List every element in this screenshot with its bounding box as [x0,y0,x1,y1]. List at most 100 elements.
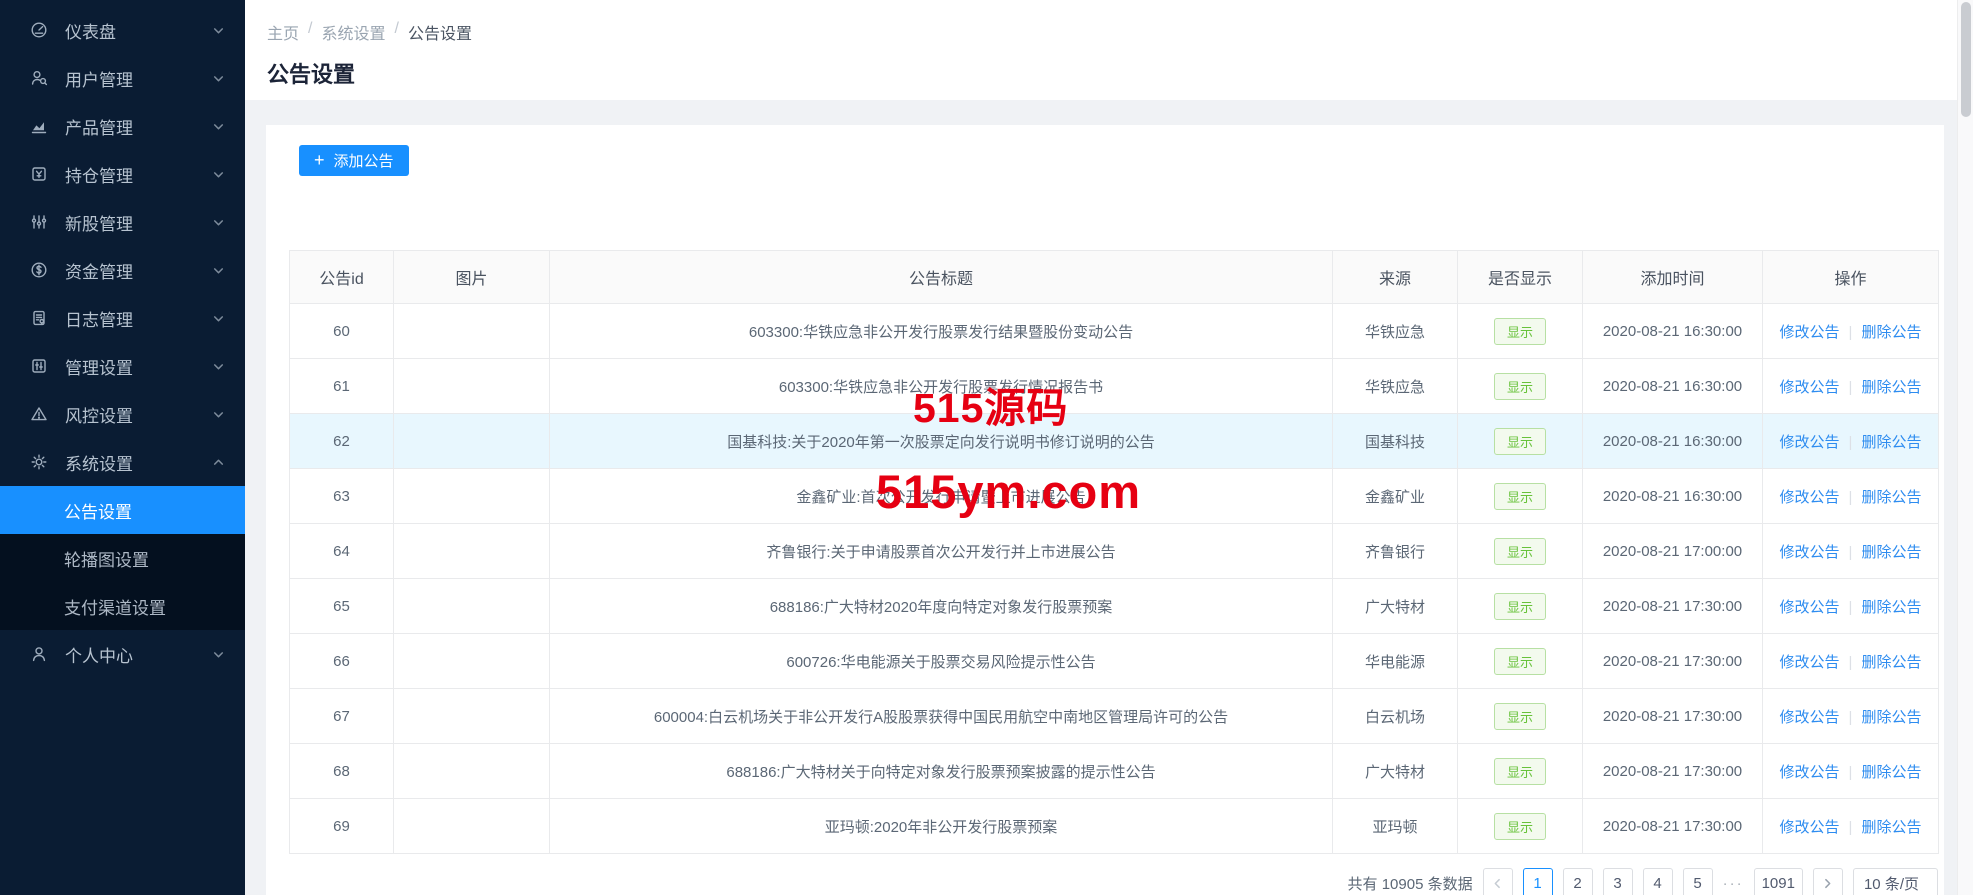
scrollbar-thumb[interactable] [1961,2,1971,117]
column-header-6: 操作 [1762,250,1939,304]
pagination-page-1091[interactable]: 1091 [1753,868,1803,895]
page-size-select[interactable]: 10 条/页 [1852,868,1938,895]
delete-announcement-link[interactable]: 删除公告 [1861,544,1921,561]
sidebar-submenu: 公告设置轮播图设置支付渠道设置 [0,486,245,630]
sidebar-item-3[interactable]: 持仓管理 [0,150,245,198]
edit-announcement-link[interactable]: 修改公告 [1780,379,1840,396]
edit-announcement-link[interactable]: 修改公告 [1780,544,1840,561]
edit-announcement-link[interactable]: 修改公告 [1780,489,1840,506]
cell-source: 华铁应急 [1332,303,1458,359]
delete-announcement-link[interactable]: 删除公告 [1861,599,1921,616]
edit-announcement-link[interactable]: 修改公告 [1780,434,1840,451]
action-divider: | [1848,323,1853,341]
delete-announcement-link[interactable]: 删除公告 [1861,489,1921,506]
cell-image [393,358,550,414]
cell-actions: 修改公告 | 删除公告 [1762,578,1939,634]
table-row: 65 688186:广大特材2020年度向特定对象发行股票预案 广大特材 显示 2020… [289,578,1939,634]
pagination-next-button[interactable] [1812,868,1843,895]
display-badge[interactable]: 显示 [1493,647,1546,675]
sliders-icon [30,213,50,231]
sidebar-item-label: 新股管理 [65,214,133,234]
delete-announcement-link[interactable]: 删除公告 [1861,434,1921,451]
pagination-page-3[interactable]: 3 [1602,868,1633,895]
edit-announcement-link[interactable]: 修改公告 [1780,819,1840,836]
pagination-total: 共有 10905 条数据 [1347,875,1473,893]
watermark-line1: 515源码 [913,385,1069,431]
cell-image [393,688,550,744]
chevron-down-icon [212,120,225,133]
sidebar-subitem-label: 轮播图设置 [64,550,149,570]
cell-image [393,413,550,469]
delete-announcement-link[interactable]: 删除公告 [1861,709,1921,726]
display-badge[interactable]: 显示 [1493,757,1546,785]
sidebar-item-6[interactable]: 日志管理 [0,294,245,342]
table-row: 67 600004:白云机场关于非公开发行A股股票获得中国民用航空中南地区管理局许… [289,688,1939,744]
sidebar-subitem-0[interactable]: 公告设置 [0,486,245,534]
action-divider: | [1848,433,1853,451]
pagination-page-1[interactable]: 1 [1522,868,1553,895]
display-badge[interactable]: 显示 [1493,317,1546,345]
column-header-1: 图片 [393,250,550,304]
user-search-icon [30,69,50,87]
pagination-page-4[interactable]: 4 [1642,868,1673,895]
delete-announcement-link[interactable]: 删除公告 [1861,819,1921,836]
sidebar-item-label: 日志管理 [65,310,133,330]
display-badge[interactable]: 显示 [1493,702,1546,730]
sidebar-item-7[interactable]: 管理设置 [0,342,245,390]
add-announcement-button[interactable]: + 添加公告 [299,145,409,176]
display-badge[interactable]: 显示 [1493,482,1546,510]
main-area: 主页 / 系统设置 / 公告设置 公告设置 + 添加公告 公告id 图片 公告标题 来源 是否显… [245,0,1973,895]
delete-announcement-link[interactable]: 删除公告 [1861,324,1921,341]
sidebar-item-4[interactable]: 新股管理 [0,198,245,246]
sidebar-item-8[interactable]: 风控设置 [0,390,245,438]
cell-add-time: 2020-08-21 16:30:00 [1582,358,1763,414]
delete-announcement-link[interactable]: 删除公告 [1861,379,1921,396]
cell-display: 显示 [1457,688,1583,744]
cell-add-time: 2020-08-21 16:30:00 [1582,303,1763,359]
sidebar-item-9[interactable]: 系统设置 [0,438,245,486]
breadcrumb-item-0[interactable]: 主页 [267,20,299,44]
cell-announcement-id: 63 [289,468,394,524]
pagination-page-5[interactable]: 5 [1682,868,1713,895]
cell-title: 600004:白云机场关于非公开发行A股股票获得中国民用航空中南地区管理局许可的… [549,688,1333,744]
cell-announcement-id: 64 [289,523,394,579]
chevron-down-icon [212,312,225,325]
pagination-page-2[interactable]: 2 [1562,868,1593,895]
edit-announcement-link[interactable]: 修改公告 [1780,764,1840,781]
column-header-2: 公告标题 [549,250,1333,304]
cell-actions: 修改公告 | 删除公告 [1762,413,1939,469]
display-badge[interactable]: 显示 [1493,537,1546,565]
cell-title: 亚玛顿:2020年非公开发行股票预案 [549,798,1333,854]
display-badge[interactable]: 显示 [1493,812,1546,840]
cell-source: 华电能源 [1332,633,1458,689]
pagination-prev-button[interactable] [1482,868,1513,895]
sidebar-item-2[interactable]: 产品管理 [0,102,245,150]
sidebar-item-0[interactable]: 仪表盘 [0,6,245,54]
sidebar-item-5[interactable]: 资金管理 [0,246,245,294]
edit-announcement-link[interactable]: 修改公告 [1780,599,1840,616]
breadcrumb-item-1[interactable]: 系统设置 [321,20,385,44]
cell-display: 显示 [1457,578,1583,634]
page-header: 主页 / 系统设置 / 公告设置 公告设置 [245,0,1973,100]
display-badge[interactable]: 显示 [1493,427,1546,455]
edit-announcement-link[interactable]: 修改公告 [1780,654,1840,671]
display-badge[interactable]: 显示 [1493,372,1546,400]
cell-add-time: 2020-08-21 17:30:00 [1582,578,1763,634]
sidebar-item-1[interactable]: 用户管理 [0,54,245,102]
action-divider: | [1848,598,1853,616]
cell-source: 华铁应急 [1332,358,1458,414]
sidebar-item-label: 持仓管理 [65,166,133,186]
table-row: 66 600726:华电能源关于股票交易风险提示性公告 华电能源 显示 2020-08-… [289,633,1939,689]
sidebar-item-profile[interactable]: 个人中心 [0,630,245,678]
delete-announcement-link[interactable]: 删除公告 [1861,764,1921,781]
delete-announcement-link[interactable]: 删除公告 [1861,654,1921,671]
table-row: 60 603300:华铁应急非公开发行股票发行结果暨股份变动公告 华铁应急 显示 202… [289,303,1939,359]
edit-announcement-link[interactable]: 修改公告 [1780,709,1840,726]
sidebar-item-label: 风控设置 [65,406,133,426]
sidebar-subitem-2[interactable]: 支付渠道设置 [0,582,245,630]
action-divider: | [1848,378,1853,396]
cell-source: 广大特材 [1332,578,1458,634]
display-badge[interactable]: 显示 [1493,592,1546,620]
edit-announcement-link[interactable]: 修改公告 [1780,324,1840,341]
sidebar-subitem-1[interactable]: 轮播图设置 [0,534,245,582]
